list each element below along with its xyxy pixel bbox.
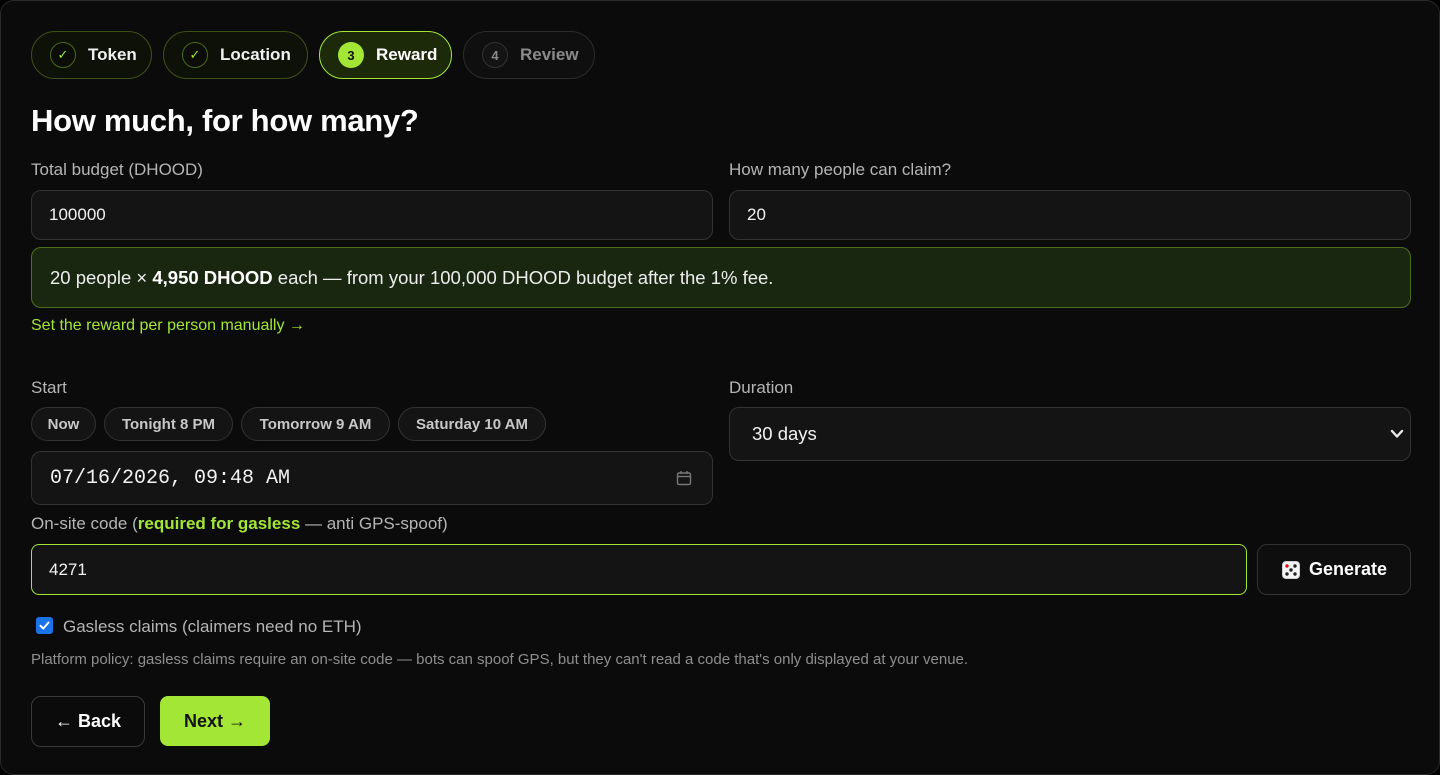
onsite-code-label-prefix: On-site code ( — [31, 514, 138, 533]
back-button[interactable]: ← Back — [31, 696, 145, 747]
manual-reward-link[interactable]: Set the reward per person manually → — [31, 317, 305, 335]
claimers-label: How many people can claim? — [729, 160, 952, 179]
start-preset-saturday[interactable]: Saturday 10 AM — [398, 407, 546, 441]
step-reward-label: Reward — [376, 45, 438, 64]
onsite-code-label-suffix: — anti GPS-spoof) — [300, 514, 448, 533]
step-location[interactable]: ✓ Location — [163, 31, 308, 79]
summary-text-end: each — from your 100,000 DHOOD budget af… — [272, 266, 774, 288]
onsite-code-required-note: required for gasless — [137, 514, 301, 533]
step-review[interactable]: 4 Review — [463, 31, 595, 79]
start-datetime-input[interactable]: 07/16/2026, 09:48 AM — [31, 451, 713, 505]
start-datetime-value: 07/16/2026, 09:48 AM — [50, 466, 291, 490]
duration-label: Duration — [729, 378, 794, 397]
gasless-checkbox[interactable] — [36, 617, 53, 634]
chevron-down-icon — [1390, 429, 1404, 438]
step-review-number: 4 — [482, 42, 508, 68]
summary-per-person-amount: 4,950 DHOOD — [152, 266, 273, 288]
reward-step-panel: ✓ Token ✓ Location 3 Reward 4 Review How… — [0, 0, 1440, 775]
step-reward-number: 3 — [338, 42, 364, 68]
onsite-code-input[interactable]: 4271 — [31, 544, 1247, 595]
start-preset-now[interactable]: Now — [31, 407, 96, 441]
next-button[interactable]: Next → — [160, 696, 270, 746]
start-preset-tonight[interactable]: Tonight 8 PM — [104, 407, 233, 441]
step-token-check-icon: ✓ — [50, 42, 76, 68]
step-reward[interactable]: 3 Reward — [319, 31, 452, 79]
onsite-code-label: On-site code (required for gasless — ant… — [31, 514, 448, 534]
calendar-icon[interactable] — [676, 470, 692, 486]
step-token[interactable]: ✓ Token — [31, 31, 152, 79]
duration-select[interactable]: 30 days — [729, 407, 1411, 461]
claimers-input[interactable]: 20 — [729, 190, 1411, 240]
checkmark-icon — [39, 621, 50, 630]
start-preset-tomorrow[interactable]: Tomorrow 9 AM — [241, 407, 390, 441]
duration-value: 30 days — [752, 423, 817, 444]
page-title: How much, for how many? — [31, 103, 419, 138]
generate-code-button[interactable]: Generate — [1257, 544, 1411, 595]
step-location-check-icon: ✓ — [182, 42, 208, 68]
reward-summary: 20 people × 4,950 DHOOD each — from your… — [31, 247, 1411, 308]
step-location-label: Location — [220, 45, 291, 64]
platform-policy-note: Platform policy: gasless claims require … — [31, 651, 969, 668]
budget-input[interactable]: 100000 — [31, 190, 713, 240]
dice-icon — [1281, 560, 1300, 579]
budget-label: Total budget (DHOOD) — [31, 160, 203, 179]
step-token-label: Token — [88, 45, 137, 64]
step-review-label: Review — [520, 45, 579, 64]
gasless-label[interactable]: Gasless claims (claimers need no ETH) — [63, 617, 362, 637]
generate-button-label: Generate — [1308, 559, 1388, 579]
start-label: Start — [31, 378, 67, 397]
summary-text-start: 20 people × — [50, 266, 153, 288]
